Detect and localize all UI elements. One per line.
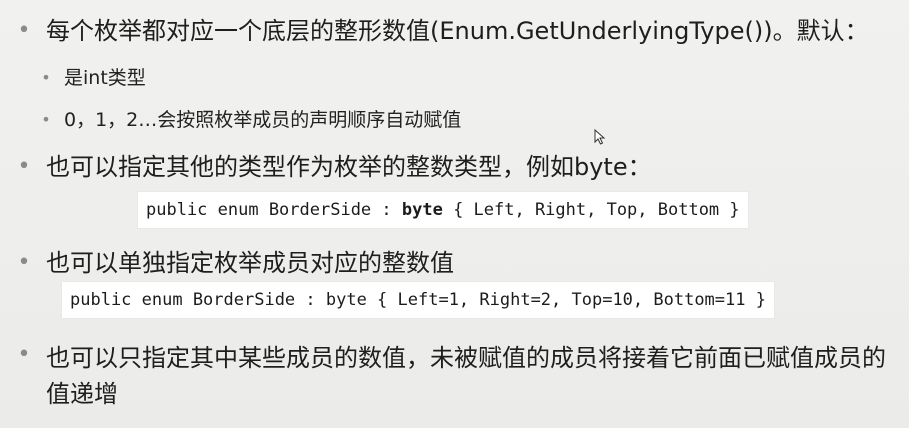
bullet-glyph: • bbox=[41, 110, 51, 129]
slide: • 每个枚举都对应一个底层的整形数值(Enum.GetUnderlyingTyp… bbox=[0, 0, 909, 428]
bullet-item-specify-type: • 也可以指定其他的类型作为枚举的整数类型，例如byte： bbox=[16, 152, 652, 182]
bullet-glyph: • bbox=[41, 68, 51, 87]
code-suffix: { Left, Right, Top, Bottom } bbox=[442, 200, 740, 220]
bullet-item-specify-values: • 也可以单独指定枚举成员对应的整数值 bbox=[16, 248, 455, 278]
bullet-text: 每个枚举都对应一个底层的整形数值(Enum.GetUnderlyingType(… bbox=[46, 17, 869, 45]
bullet-item-partial-values: • 也可以只指定其中某些成员的数值，未被赋值的成员将接着它前面已赋值成员的值递增 bbox=[16, 340, 896, 412]
bullet-glyph: • bbox=[17, 250, 31, 275]
bullet-glyph: • bbox=[17, 154, 31, 179]
bullet-text: 0，1，2…会按照枚举成员的声明顺序自动赋值 bbox=[64, 109, 462, 131]
sub-bullet-item-auto-assign: • 0，1，2…会按照枚举成员的声明顺序自动赋值 bbox=[40, 108, 461, 132]
code-prefix: public enum BorderSide : bbox=[146, 200, 402, 220]
bullet-item-underlying-type: • 每个枚举都对应一个底层的整形数值(Enum.GetUnderlyingTyp… bbox=[16, 16, 869, 46]
bullet-text: 也可以单独指定枚举成员对应的整数值 bbox=[46, 249, 454, 277]
bullet-glyph: • bbox=[17, 18, 31, 43]
code-sample-byte-enum: public enum BorderSide : byte { Left, Ri… bbox=[138, 192, 748, 228]
bullet-text: 也可以指定其他的类型作为枚举的整数类型，例如byte： bbox=[46, 153, 652, 181]
mouse-pointer-icon bbox=[594, 129, 606, 145]
bullet-text: 也可以只指定其中某些成员的数值，未被赋值的成员将接着它前面已赋值成员的值递增 bbox=[46, 344, 886, 408]
code-keyword-byte: byte bbox=[401, 200, 443, 220]
code-text: public enum BorderSide : byte { Left=1, … bbox=[70, 290, 766, 310]
sub-bullet-item-int-type: • 是int类型 bbox=[40, 66, 146, 90]
bullet-glyph: • bbox=[17, 342, 31, 367]
code-sample-valued-enum: public enum BorderSide : byte { Left=1, … bbox=[62, 282, 774, 318]
bullet-text: 是int类型 bbox=[64, 67, 146, 89]
